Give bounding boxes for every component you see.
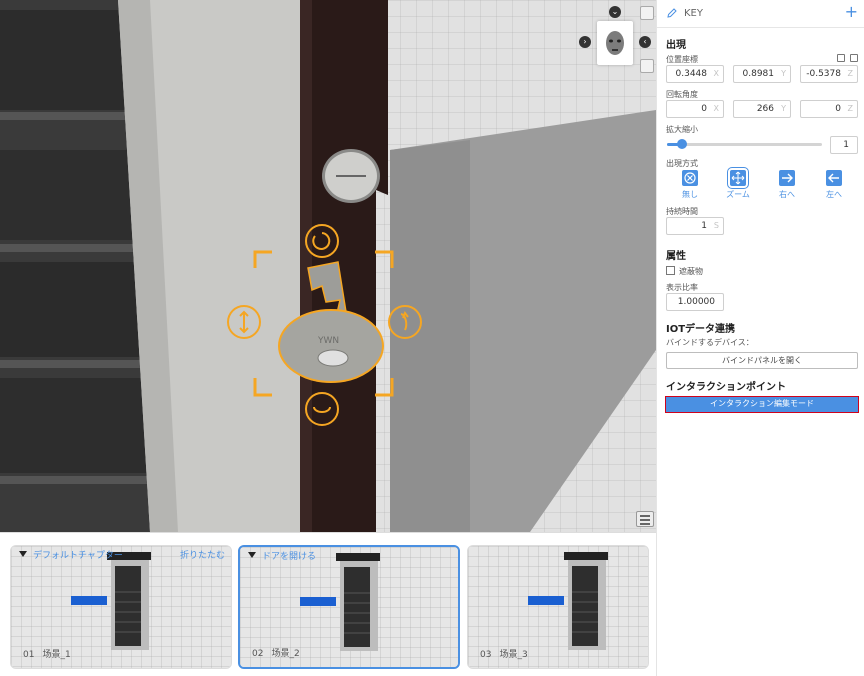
position-label: 位置座標 (666, 55, 698, 64)
method-none-option[interactable]: 無し (670, 170, 710, 204)
chevron-left-icon[interactable]: ‹ (639, 36, 651, 48)
svg-text:YWN: YWN (317, 336, 339, 346)
rotate-right-handle (388, 305, 422, 339)
scale-slider-handle[interactable] (677, 139, 687, 149)
bind-device-label: バインドするデバイス： (666, 338, 754, 347)
position-y-input[interactable]: 0.8981 Y (733, 65, 791, 83)
rotation-x-input[interactable]: 0X (666, 100, 724, 118)
cabinet-thumbnail (564, 552, 608, 650)
interaction-section-title: インタラクションポイント (666, 382, 786, 393)
rotation-z-input[interactable]: 0Z (800, 100, 858, 118)
editor-app: YWN ⌄ › ‹ デフォルトチャプター 折りたたむ 01 场景_1 ドアを開け… (0, 0, 864, 676)
pencil-icon[interactable] (666, 7, 678, 19)
scene-card-3[interactable]: 03 场景_3 (467, 545, 649, 669)
panel-header: KEY + (657, 0, 864, 28)
method-right-option[interactable]: 右へ (767, 170, 807, 204)
interaction-edit-mode-button[interactable]: インタラクション編集モード (665, 396, 859, 413)
collapse-link[interactable]: 折りたたむ (180, 548, 225, 561)
scene-label: 02 场景_2 (252, 649, 300, 659)
chapter-name: デフォルトチャプター (33, 551, 123, 561)
3d-viewport[interactable]: YWN ⌄ › ‹ (0, 0, 656, 532)
properties-panel: KEY + 出現 位置座標 0.3448 X 0.8981 Y -0.5378 Z 回… (656, 0, 864, 676)
chapter-name: ドアを開ける (262, 552, 317, 562)
rotation-label: 回転角度 (666, 90, 698, 99)
method-left-option[interactable]: 左へ (814, 170, 854, 204)
add-icon[interactable]: + (845, 4, 858, 20)
paste-icon[interactable] (850, 54, 858, 62)
position-z-input[interactable]: -0.5378 Z (800, 65, 858, 83)
copy-icon[interactable] (837, 54, 845, 62)
chapter-caret-icon[interactable] (248, 552, 256, 558)
scene-label: 03 场景_3 (480, 650, 528, 660)
cabinet-thumbnail (336, 553, 380, 651)
occluder-label: 遮蔽物 (679, 267, 703, 276)
cabinet-thumbnail (107, 552, 151, 650)
key-gizmo[interactable]: YWN (0, 0, 656, 532)
head-avatar-icon (606, 31, 624, 55)
arrow-left-icon (826, 170, 842, 186)
duration-label: 持続時間 (666, 207, 698, 216)
iot-section-title: IOTデータ連携 (666, 324, 736, 335)
method-zoom-option[interactable]: ズーム (718, 167, 758, 204)
occluder-checkbox[interactable] (666, 266, 675, 275)
arrow-right-icon (779, 170, 795, 186)
none-icon (682, 170, 698, 186)
rotate-top-handle (305, 224, 339, 258)
duration-input[interactable]: 1S (666, 217, 724, 235)
scale-label: 拡大縮小 (666, 125, 698, 134)
attributes-section-title: 属性 (666, 251, 686, 262)
list-icon[interactable] (636, 511, 654, 527)
zoom-move-icon (727, 167, 749, 189)
chevron-right-icon[interactable]: › (579, 36, 591, 48)
method-label: 出現方式 (666, 159, 698, 168)
ratio-label: 表示比率 (666, 283, 698, 292)
nav-cube[interactable] (597, 21, 633, 65)
scale-slider-track[interactable] (667, 143, 822, 146)
chapter-caret-icon[interactable] (19, 551, 27, 557)
scene-sign (528, 596, 564, 605)
scene-card-2[interactable]: ドアを開ける 02 场景_2 (238, 545, 460, 669)
scene-sign (71, 596, 107, 605)
scene-strip: デフォルトチャプター 折りたたむ 01场景_1 ドアを開ける 02场景_2 (0, 532, 656, 676)
scale-input[interactable]: 1 (830, 136, 858, 154)
scene-card-1[interactable]: デフォルトチャプター 折りたたむ 01 场景_1 (10, 545, 232, 669)
appear-section-title: 出現 (666, 40, 686, 51)
position-x-input[interactable]: 0.3448 X (666, 65, 724, 83)
key-model: YWN (278, 261, 384, 383)
scene-label: 01 场景_1 (23, 650, 71, 660)
scene-sign (300, 597, 336, 606)
open-bind-panel-button[interactable]: バインドパネルを開く (666, 352, 858, 369)
rotation-y-input[interactable]: 266 Y (733, 100, 791, 118)
grid-icon[interactable] (640, 59, 654, 73)
chevron-down-icon[interactable]: ⌄ (609, 6, 621, 18)
camera-icon[interactable] (640, 6, 654, 20)
object-title: KEY (684, 8, 703, 19)
rotate-bottom-handle (305, 392, 339, 426)
ratio-input[interactable]: 1.00000 (666, 293, 724, 311)
